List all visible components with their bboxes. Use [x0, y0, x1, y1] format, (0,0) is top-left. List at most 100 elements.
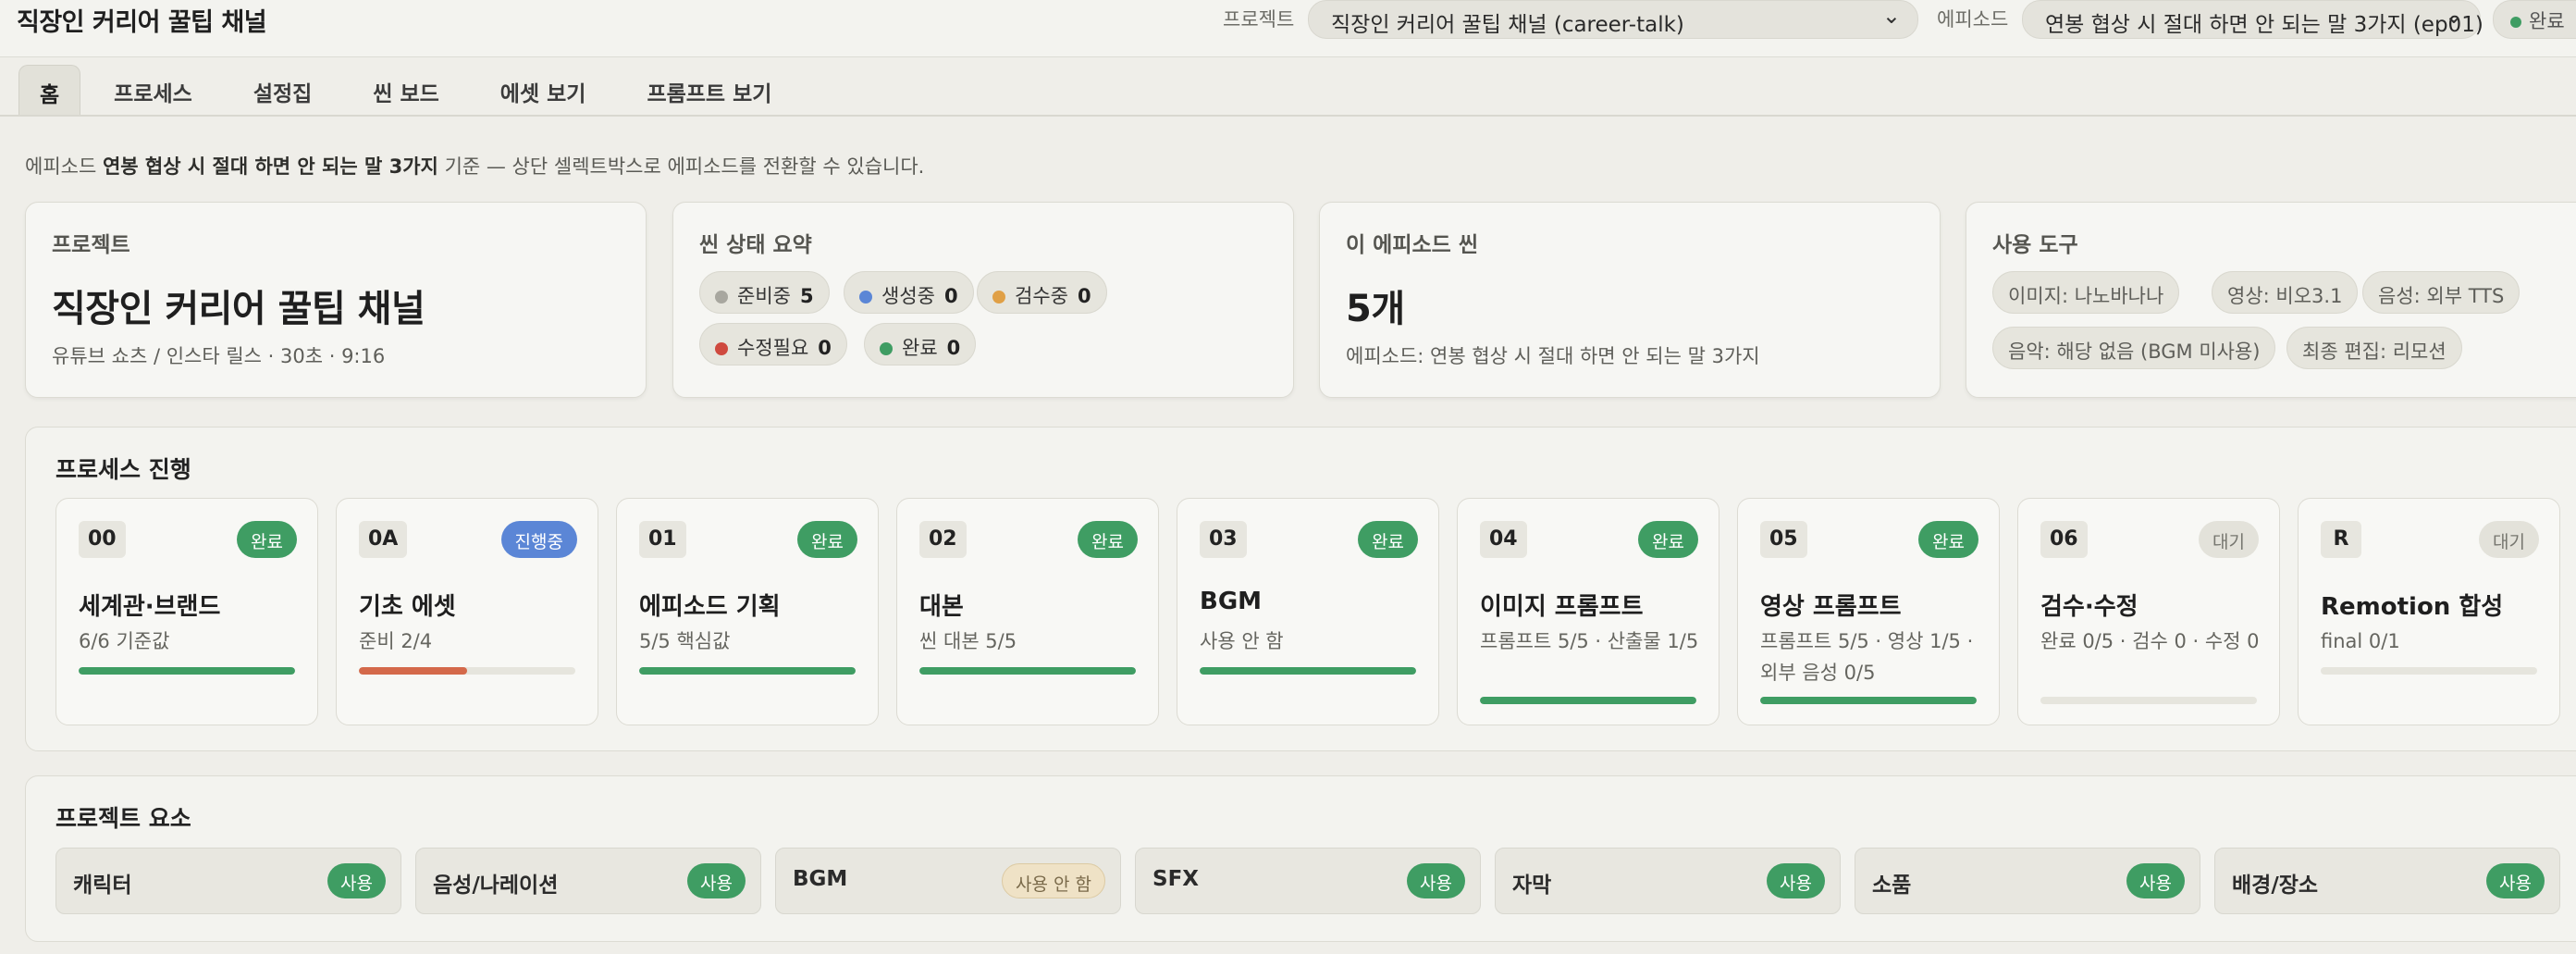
- tab-settings-book[interactable]: 설정집: [226, 65, 339, 115]
- project-element-item[interactable]: 소품 사용: [1855, 848, 2200, 914]
- process-step-card[interactable]: R 대기 Remotion 합성 final 0/1: [2298, 498, 2560, 725]
- process-step-card[interactable]: 03 완료 BGM 사용 안 함: [1177, 498, 1439, 725]
- process-step-card[interactable]: 0A 진행중 기초 에셋 준비 2/4: [336, 498, 598, 725]
- episode-scenes-card: 이 에피소드 씬 5개 에피소드: 연봉 협상 시 절대 하면 안 되는 말 3…: [1319, 202, 1941, 398]
- scene-status-chip-count: 0: [1077, 285, 1091, 307]
- step-progress-bar: [919, 667, 1136, 675]
- project-element-item[interactable]: 배경/장소 사용: [2214, 848, 2560, 914]
- project-element-item[interactable]: 자막 사용: [1495, 848, 1841, 914]
- element-label: 자막: [1512, 873, 1552, 898]
- scene-status-label: 씬 상태 요약: [699, 233, 812, 257]
- step-progress-bar: [639, 667, 856, 675]
- scene-status-chip-label: 수정필요: [737, 337, 809, 359]
- step-progress-fill: [919, 667, 1136, 675]
- step-code: 06: [2040, 521, 2088, 558]
- element-label: 음성/나레이션: [433, 873, 559, 898]
- step-status-badge: 대기: [2199, 521, 2259, 558]
- process-title: 프로세스 진행: [55, 456, 191, 483]
- step-title: 에피소드 기획: [639, 593, 781, 621]
- element-label: SFX: [1152, 867, 1200, 891]
- scene-status-chip-label: 준비중: [737, 285, 791, 307]
- scene-status-chip: 완료 0: [864, 323, 977, 365]
- tools-label: 사용 도구: [1992, 233, 2078, 257]
- step-progress-fill: [639, 667, 856, 675]
- tools-card: 사용 도구 이미지: 나노바나나 영상: 비오3.1 음성: 외부 TTS 음악: 해…: [1966, 202, 2576, 398]
- step-status-badge: 완료: [1078, 521, 1138, 558]
- scene-status-chip: 수정필요 0: [699, 323, 847, 365]
- tab-home[interactable]: 홈: [18, 65, 81, 115]
- scene-status-chip: 생성중 0: [844, 271, 974, 314]
- project-element-item[interactable]: 캐릭터 사용: [55, 848, 401, 914]
- process-step-card[interactable]: 01 완료 에피소드 기획 5/5 핵심값: [616, 498, 879, 725]
- chevron-down-icon: ⌄: [2444, 3, 2463, 29]
- scene-status-chip-label: 완료: [902, 337, 938, 359]
- process-step-card[interactable]: 02 완료 대본 씬 대본 5/5: [896, 498, 1159, 725]
- status-dot-icon: [715, 291, 728, 304]
- step-progress-fill: [1480, 697, 1696, 704]
- element-usage-badge: 사용: [327, 863, 386, 898]
- tab-scene-board[interactable]: 씬 보드: [345, 65, 467, 115]
- top-header: 직장인 커리어 꿀팁 채널 프로젝트 직장인 커리어 꿀팁 채널 (career…: [0, 0, 2576, 57]
- scene-status-chip-count: 0: [943, 285, 958, 307]
- tab-prompts[interactable]: 프롬프트 보기: [619, 65, 799, 115]
- element-label: 캐릭터: [73, 873, 132, 898]
- step-title: 이미지 프롬프트: [1480, 593, 1644, 621]
- step-progress-bar: [2040, 697, 2257, 704]
- scene-status-chip-count: 0: [946, 337, 961, 359]
- element-label: 소품: [1872, 873, 1912, 898]
- step-progress-bar: [1760, 697, 1977, 704]
- element-usage-badge: 사용: [1407, 863, 1465, 898]
- tool-chip: 이미지: 나노바나나: [1992, 271, 2180, 314]
- status-dot-icon: [992, 291, 1005, 304]
- element-label: BGM: [793, 867, 848, 891]
- process-step-card[interactable]: 00 완료 세계관·브랜드 6/6 기준값: [55, 498, 318, 725]
- process-step-card[interactable]: 06 대기 검수·수정 완료 0/5 · 검수 0 · 수정 0: [2017, 498, 2280, 725]
- step-code: 02: [919, 521, 967, 558]
- tab-assets[interactable]: 에셋 보기: [473, 65, 614, 115]
- step-progress-bar: [2321, 667, 2537, 675]
- chevron-down-icon: ⌄: [1881, 3, 1901, 29]
- element-label: 배경/장소: [2232, 873, 2319, 898]
- element-usage-badge: 사용: [1767, 863, 1825, 898]
- element-usage-badge: 사용 안 함: [1002, 863, 1105, 898]
- status-select[interactable]: 완료: [2493, 0, 2576, 39]
- step-status-badge: 진행중: [500, 521, 577, 558]
- scene-status-chip-count: 5: [799, 285, 814, 307]
- step-progress-fill: [1760, 697, 1977, 704]
- project-name: 직장인 커리어 꿀팁 채널: [52, 288, 425, 330]
- step-status-badge: 완료: [237, 521, 297, 558]
- tool-chip: 최종 편집: 리모션: [2286, 327, 2462, 369]
- step-status-badge: 완료: [1358, 521, 1418, 558]
- step-status-badge: 완료: [797, 521, 857, 558]
- tab-process[interactable]: 프로세스: [86, 65, 220, 115]
- project-card: 프로젝트 직장인 커리어 꿀팁 채널 유튜브 쇼츠 / 인스타 릴스 · 30초…: [25, 202, 647, 398]
- step-progress-fill: [359, 667, 467, 675]
- notice-episode: 연봉 협상 시 절대 하면 안 되는 말 3가지: [102, 155, 438, 178]
- step-code: 00: [79, 521, 126, 558]
- project-element-item[interactable]: BGM 사용 안 함: [775, 848, 1121, 914]
- element-usage-badge: 사용: [2486, 863, 2545, 898]
- episode-scenes-label: 이 에피소드 씬: [1346, 233, 1478, 257]
- step-title: 검수·수정: [2040, 593, 2138, 621]
- status-dot-icon: [859, 291, 872, 304]
- status-dot-icon: [2510, 17, 2521, 28]
- step-progress-bar: [79, 667, 295, 675]
- project-meta: 유튜브 쇼츠 / 인스타 릴스 · 30초 · 9:16: [52, 345, 386, 367]
- step-description: 씬 대본 5/5: [919, 630, 1017, 652]
- status-value: 완료: [2529, 10, 2565, 32]
- episode-select[interactable]: 연봉 협상 시 절대 하면 안 되는 말 3가지 (ep01) ⌄: [2022, 0, 2484, 39]
- scene-status-card: 씬 상태 요약 준비중 5 생성중 0 검수중 0 수정필요 0 완료 0: [672, 202, 1294, 398]
- project-element-item[interactable]: SFX 사용: [1135, 848, 1481, 914]
- app-title: 직장인 커리어 꿀팁 채널: [17, 8, 267, 37]
- project-select[interactable]: 직장인 커리어 꿀팁 채널 (career-talk) ⌄: [1308, 0, 1918, 39]
- process-step-card[interactable]: 05 완료 영상 프롬프트 프롬프트 5/5 · 영상 1/5 · 외부 음성 0/5: [1737, 498, 2000, 725]
- element-usage-badge: 사용: [2126, 863, 2185, 898]
- step-title: 세계관·브랜드: [79, 593, 221, 621]
- notice-suffix: 기준 — 상단 셀렉트박스로 에피소드를 전환할 수 있습니다.: [444, 155, 925, 178]
- process-step-card[interactable]: 04 완료 이미지 프롬프트 프롬프트 5/5 · 산출물 1/5: [1457, 498, 1719, 725]
- step-status-badge: 완료: [1638, 521, 1698, 558]
- tab-divider: [0, 115, 2576, 117]
- project-element-item[interactable]: 음성/나레이션 사용: [415, 848, 761, 914]
- scene-status-chip: 검수중 0: [977, 271, 1107, 314]
- status-dot-icon: [715, 342, 728, 355]
